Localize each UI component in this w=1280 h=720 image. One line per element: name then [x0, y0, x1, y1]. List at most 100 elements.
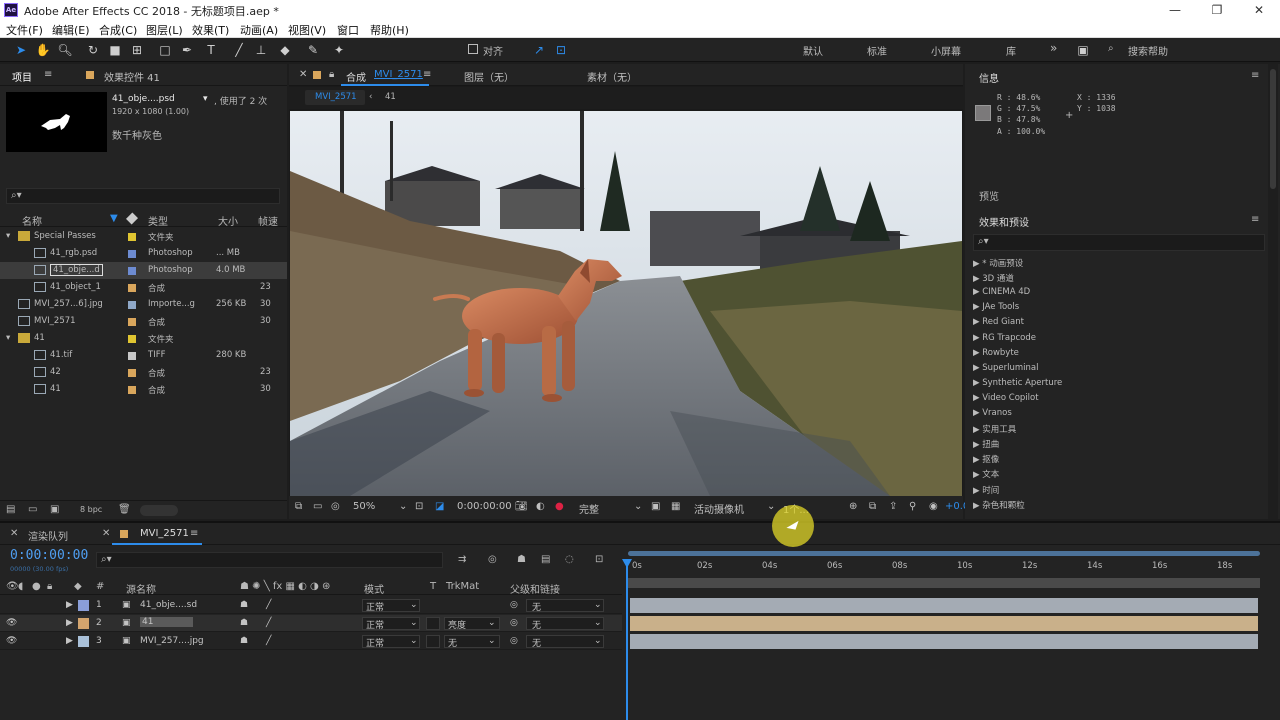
menu-edit[interactable]: 编辑(E)	[52, 22, 90, 38]
menu-composition[interactable]: 合成(C)	[99, 22, 137, 38]
layer-name[interactable]: MVI_257....jpg	[140, 636, 204, 646]
type-tool-icon[interactable]: T	[202, 41, 220, 59]
quality-switch-icon[interactable]: ╱	[266, 600, 271, 610]
show-snapshot-icon[interactable]: ◐	[536, 501, 545, 512]
channel-icon[interactable]: ●	[555, 501, 564, 512]
roto-brush-tool-icon[interactable]: ✎	[304, 41, 322, 59]
menu-window[interactable]: 窗口	[337, 22, 359, 38]
lock-icon-2[interactable]: 🔒︎	[329, 69, 334, 80]
column-size[interactable]: 大小	[218, 213, 238, 228]
column-name[interactable]: 名称	[22, 213, 42, 228]
close-button[interactable]: ✕	[1244, 1, 1274, 19]
layer-name[interactable]: 41	[140, 617, 194, 627]
snap-icon[interactable]: ↗	[530, 41, 548, 59]
search-help-icon[interactable]: ⌕	[1108, 43, 1114, 54]
workspace-default[interactable]: 默认	[803, 43, 823, 58]
right-scrollbar[interactable]	[1268, 64, 1278, 519]
monitor-icon[interactable]: ▭	[313, 501, 322, 512]
zoom-dropdown[interactable]: 50%	[353, 501, 375, 512]
effect-category[interactable]: ▶ CINEMA 4D	[973, 287, 1030, 297]
effect-category[interactable]: ▶ Synthetic Aperture	[973, 378, 1062, 388]
label-column-icon[interactable]	[125, 212, 139, 225]
effect-category[interactable]: ▶ RG Trapcode	[973, 333, 1036, 343]
fast-preview-icon[interactable]: ⧉	[869, 501, 876, 512]
close-render-icon[interactable]: ✕	[10, 528, 18, 539]
sync-settings-icon[interactable]: ▣	[1074, 41, 1092, 59]
effect-category[interactable]: ▶ 杂色和颗粒	[973, 499, 1025, 511]
maximize-button[interactable]: ❐	[1202, 1, 1232, 19]
safe-zones-icon[interactable]: ⊡	[415, 501, 423, 512]
pen-tool-icon[interactable]: ✒	[178, 41, 196, 59]
panel-menu-icon[interactable]: ≡	[44, 69, 52, 80]
parent-chevron-icon[interactable]: ⌄	[594, 618, 602, 628]
label-color-swatch[interactable]	[128, 318, 136, 326]
layer-expand-icon[interactable]: ▶	[66, 600, 73, 610]
tab-render-queue[interactable]: 渲染队列	[28, 528, 68, 543]
project-item[interactable]: 41_object_1 合成 23	[0, 279, 287, 296]
preserve-transparency-checkbox[interactable]	[426, 635, 440, 648]
project-item[interactable]: 41_rgb.psd Photoshop ... MB	[0, 245, 287, 262]
tab-composition-label[interactable]: 合成	[346, 69, 366, 84]
project-item[interactable]: 41 合成 30	[0, 381, 287, 398]
trkmat-chevron-icon[interactable]: ⌄	[488, 636, 496, 646]
layer-duration-bar[interactable]	[630, 598, 1258, 613]
flow-item-41[interactable]: 41	[385, 92, 396, 102]
project-item[interactable]: MVI_2571 合成 30	[0, 313, 287, 330]
menu-file[interactable]: 文件(F)	[6, 22, 43, 38]
folder-toggle-icon[interactable]: ▾	[6, 333, 10, 343]
new-folder-icon[interactable]: ▭	[28, 504, 37, 515]
region-of-interest-icon[interactable]: ▣	[651, 501, 660, 512]
effects-panel-menu-icon[interactable]: ≡	[1251, 214, 1259, 225]
layer-visibility-icon[interactable]: 👁︎	[6, 618, 17, 628]
close-comp-tab-icon[interactable]: ✕	[102, 528, 110, 539]
snap-options-icon[interactable]: ⊡	[552, 41, 570, 59]
effect-category[interactable]: ▶ 3D 通道	[973, 272, 1014, 284]
label-header-icon[interactable]: ◆	[74, 581, 82, 592]
brush-tool-icon[interactable]: ╱	[230, 41, 248, 59]
tab-footage[interactable]: 素材（无）	[587, 69, 637, 84]
mode-header[interactable]: 模式	[364, 581, 384, 596]
resolution-chevron-icon[interactable]: ⌄	[634, 501, 642, 512]
mask-visibility-icon[interactable]: ◪	[435, 501, 444, 512]
menu-animation[interactable]: 动画(A)	[240, 22, 278, 38]
search-help-label[interactable]: 搜索帮助	[1128, 43, 1168, 58]
zoom-chevron-icon[interactable]: ⌄	[399, 501, 407, 512]
layer-duration-bar[interactable]	[630, 616, 1258, 631]
tab-project[interactable]: 项目	[12, 69, 32, 84]
layer-row[interactable]: 👁︎ ▶ 2 ▣ 41 ☗ ╱ 正常 ⌄ 亮度 ⌄ ◎ 无 ⌄	[0, 615, 622, 632]
workspace-standard[interactable]: 标准	[867, 43, 887, 58]
vr-icon[interactable]: ◎	[331, 501, 340, 512]
effect-category[interactable]: ▶ Video Copilot	[973, 393, 1039, 403]
quality-switch-icon[interactable]: ╱	[266, 636, 271, 646]
effect-category[interactable]: ▶ 扭曲	[973, 438, 999, 450]
effects-presets-title[interactable]: 效果和预设	[979, 214, 1029, 229]
preview-dropdown-icon[interactable]: ▾	[203, 94, 208, 104]
rotate-tool-icon[interactable]: ↻	[84, 41, 102, 59]
align-checkbox[interactable]	[468, 44, 478, 54]
label-color-swatch[interactable]	[128, 369, 136, 377]
shy-switch-icon[interactable]: ☗	[240, 618, 248, 628]
hand-tool-icon[interactable]: ✋	[34, 41, 52, 59]
playhead-line[interactable]	[626, 559, 628, 720]
effect-category[interactable]: ▶ JAe Tools	[973, 302, 1019, 312]
timeline-icon[interactable]: ⇪	[889, 501, 897, 512]
comp-panel-menu-icon[interactable]: ≡	[423, 69, 431, 80]
layer-label-swatch[interactable]	[78, 618, 89, 629]
project-item[interactable]: ▾ Special Passes 文件夹	[0, 228, 287, 245]
tab-timeline-comp[interactable]: MVI_2571	[140, 528, 189, 539]
lock-icon[interactable]: ✕	[299, 69, 307, 80]
bit-depth-button[interactable]: 8 bpc	[80, 505, 102, 514]
draft-3d-icon[interactable]: ◎	[488, 554, 497, 565]
tab-composition-name[interactable]: MVI_2571	[374, 69, 423, 80]
menu-layer[interactable]: 图层(L)	[146, 22, 183, 38]
preview-panel-title[interactable]: 预览	[979, 188, 999, 203]
layer-expand-icon[interactable]: ▶	[66, 618, 73, 628]
effect-category[interactable]: ▶ Vranos	[973, 408, 1012, 418]
layer-name[interactable]: 41_obje....sd	[140, 600, 197, 610]
menu-effect[interactable]: 效果(T)	[192, 22, 229, 38]
puppet-tool-icon[interactable]: ✦	[330, 41, 348, 59]
timeline-search-input[interactable]: ⌕▾	[96, 552, 443, 568]
label-color-swatch[interactable]	[128, 301, 136, 309]
switches-header-icon[interactable]: ☗ ✺ ╲ fx ▦ ◐ ◑ ⊛	[240, 581, 330, 592]
menu-view[interactable]: 视图(V)	[288, 22, 326, 38]
